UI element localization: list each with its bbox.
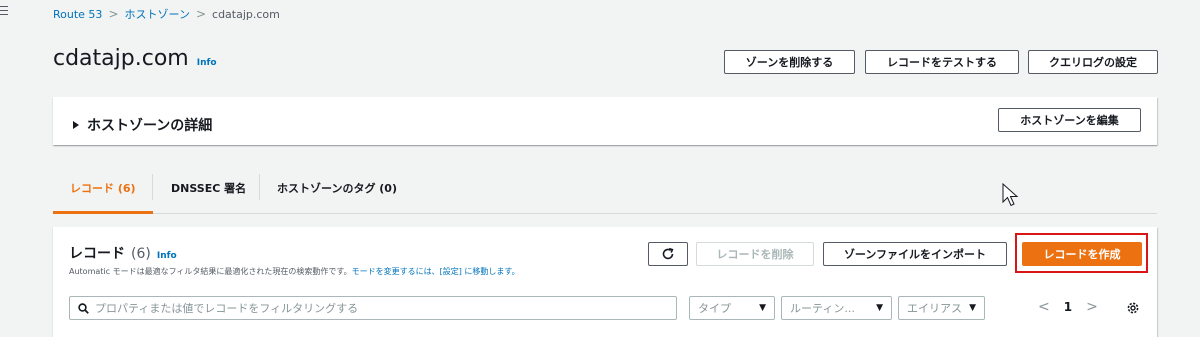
caret-right-icon	[73, 121, 79, 129]
breadcrumb-separator: >	[108, 7, 119, 21]
records-title: レコード (6) Info	[69, 243, 177, 263]
caret-down-icon: ▼	[969, 303, 976, 313]
next-page-icon[interactable]: >	[1086, 299, 1098, 315]
type-filter-label: タイプ	[698, 302, 731, 315]
edit-hosted-zone-button[interactable]: ホストゾーンを編集	[998, 108, 1141, 132]
records-count: (6)	[131, 246, 151, 262]
alias-filter-label: エイリアス	[907, 302, 962, 315]
delete-zone-button[interactable]: ゾーンを削除する	[724, 50, 855, 74]
hosted-zone-details-title: ホストゾーンの詳細	[87, 118, 213, 134]
record-filter-search[interactable]: プロパティまたは値でレコードをフィルタリングする	[69, 296, 677, 320]
caret-down-icon: ▼	[876, 303, 883, 313]
hosted-zone-details-panel: ホストゾーンの詳細 ホストゾーンを編集	[53, 97, 1157, 145]
page-title: cdatajp.com Info	[53, 46, 217, 71]
tab-divider	[152, 174, 153, 200]
breadcrumb-hosted-zones[interactable]: ホストゾーン	[125, 6, 190, 22]
tab-dnssec[interactable]: DNSSEC 署名	[171, 180, 246, 196]
pagination: < 1 >	[1038, 299, 1098, 315]
tab-records[interactable]: レコード (6)	[70, 180, 136, 196]
info-link[interactable]: Info	[197, 58, 217, 68]
breadcrumb-route53[interactable]: Route 53	[53, 8, 102, 21]
delete-record-button[interactable]: レコードを削除	[696, 242, 814, 266]
tab-bar: レコード (6) DNSSEC 署名 ホストゾーンのタグ (0)	[53, 160, 1157, 214]
records-description: Automatic モードは最適なフィルタ結果に最適化された現在の検索動作です。…	[69, 266, 520, 277]
caret-down-icon: ▼	[759, 303, 766, 313]
prev-page-icon[interactable]: <	[1038, 299, 1050, 315]
create-record-button[interactable]: レコードを作成	[1022, 242, 1142, 266]
alias-filter-select[interactable]: エイリアス ▼	[898, 296, 985, 320]
routing-filter-select[interactable]: ルーティン... ▼	[781, 296, 892, 320]
hosted-zone-details-toggle[interactable]: ホストゾーンの詳細	[73, 115, 212, 135]
search-placeholder: プロパティまたは値でレコードをフィルタリングする	[95, 302, 359, 315]
test-record-button[interactable]: レコードをテストする	[865, 50, 1019, 74]
tab-tags[interactable]: ホストゾーンのタグ (0)	[277, 180, 397, 196]
refresh-icon	[662, 247, 674, 260]
refresh-button[interactable]	[648, 242, 688, 266]
change-mode-link[interactable]: モードを変更するには、[設定] に移動します。	[352, 267, 520, 276]
info-link[interactable]: Info	[157, 251, 177, 261]
current-page[interactable]: 1	[1064, 300, 1072, 314]
tab-active-indicator	[53, 211, 153, 214]
page-title-text: cdatajp.com	[53, 46, 189, 71]
query-logging-button[interactable]: クエリログの設定	[1028, 50, 1158, 74]
breadcrumb-current: cdatajp.com	[212, 7, 280, 21]
records-description-text: Automatic モードは最適なフィルタ結果に最適化された現在の検索動作です。	[69, 267, 352, 276]
search-icon	[78, 302, 89, 314]
records-title-text: レコード	[69, 246, 125, 262]
import-zone-file-button[interactable]: ゾーンファイルをインポート	[823, 242, 1007, 266]
tab-divider	[259, 174, 260, 200]
breadcrumb: Route 53 > ホストゾーン > cdatajp.com	[53, 6, 280, 22]
settings-gear-icon[interactable]	[1126, 301, 1140, 315]
menu-icon[interactable]	[0, 6, 8, 18]
breadcrumb-separator: >	[195, 7, 207, 21]
records-panel: レコード (6) Info Automatic モードは最適なフィルタ結果に最適…	[53, 227, 1157, 337]
type-filter-select[interactable]: タイプ ▼	[689, 296, 775, 320]
mouse-cursor-icon	[1002, 183, 1019, 207]
routing-filter-label: ルーティン...	[790, 302, 855, 315]
